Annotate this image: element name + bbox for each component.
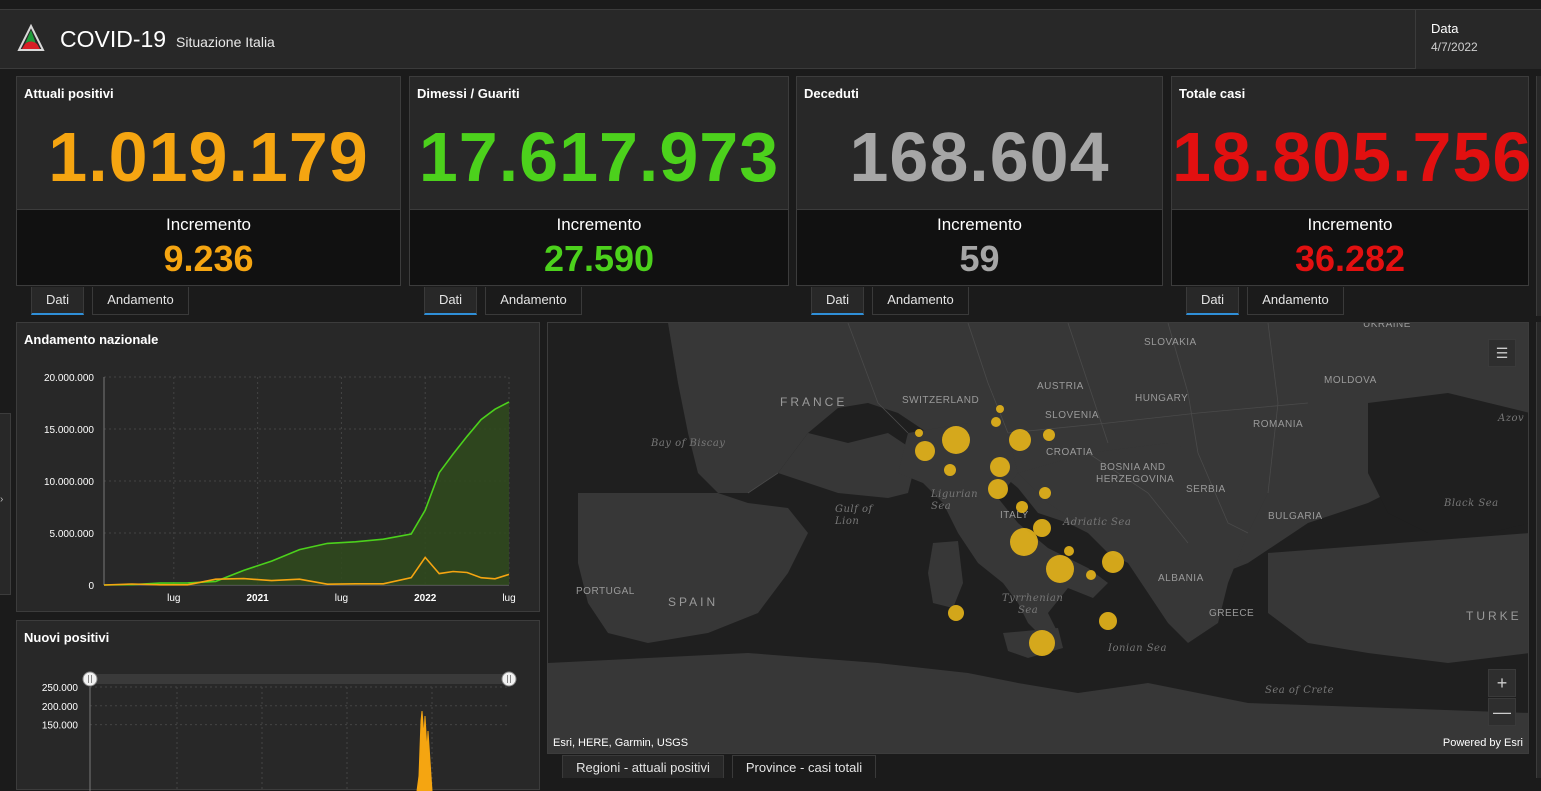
region-bubble: [990, 457, 1010, 477]
x-tick-label: lug: [335, 593, 348, 604]
tab-dati[interactable]: Dati: [1186, 287, 1239, 315]
range-slider-handle: [82, 671, 98, 687]
x-tick-label: 2022: [414, 593, 437, 604]
tab-andamento[interactable]: Andamento: [1247, 287, 1344, 315]
top-strip: [0, 0, 1541, 10]
region-bubble: [1039, 487, 1051, 499]
increment-value: 27.590: [543, 238, 655, 279]
series-line: [416, 710, 433, 791]
new-chart: 250.000 200.000 150.000: [42, 671, 517, 791]
y-tick-label: 15.000.000: [44, 425, 94, 436]
y-tick-label: 10.000.000: [44, 477, 94, 488]
x-tick-label: lug: [167, 593, 180, 604]
trend-panel: Andamento nazionale 20.000.000 15.000.000…: [16, 322, 540, 612]
region-bubble: [1009, 429, 1031, 451]
increment-label: Incremento: [165, 215, 252, 234]
card-title: Deceduti: [804, 86, 859, 101]
range-slider-handle: [501, 671, 517, 687]
new-positives-panel: Nuovi positivi 250.000 200.000 150.000: [16, 620, 540, 791]
y-tick-label: 5.000.000: [50, 529, 95, 540]
region-bubble: [1099, 612, 1117, 630]
region-bubble: [944, 464, 956, 476]
y-tick-label: 150.000: [42, 721, 79, 732]
y-tick-label: 20.000.000: [44, 373, 94, 384]
region-bubble: [1029, 630, 1055, 656]
legend-list-icon[interactable]: ☰: [1488, 339, 1516, 367]
increment-value: 59: [959, 238, 1000, 279]
trend-chart: 20.000.000 15.000.000 10.000.000 5.000.000 0…: [44, 373, 516, 604]
date-box: Data 4/7/2022: [1415, 10, 1541, 69]
y-tick-label: 0: [88, 581, 94, 592]
increment-label: Incremento: [936, 215, 1023, 234]
app-subtitle: Situazione Italia: [176, 34, 275, 50]
tab-andamento[interactable]: Andamento: [485, 287, 582, 315]
region-bubble: [1064, 546, 1074, 556]
x-tick-label: lug: [502, 593, 515, 604]
app-header: COVID-19 Situazione Italia Data 4/7/2022: [0, 10, 1541, 69]
card-title: Attuali positivi: [24, 86, 114, 101]
range-slider-track: [90, 674, 509, 684]
region-bubble: [1033, 519, 1051, 537]
region-bubble: [1102, 551, 1124, 573]
card-deceduti: Deceduti 168.604 Incremento 59: [796, 76, 1163, 286]
map-attribution: Esri, HERE, Garmin, USGS: [553, 737, 689, 749]
region-bubbles: [915, 405, 1124, 656]
app-title: COVID-19: [60, 26, 167, 52]
card-value: 168.604: [849, 118, 1110, 196]
tab-andamento[interactable]: Andamento: [92, 287, 189, 315]
card-dimessi-guariti: Dimessi / Guariti 17.617.973 Incremento …: [409, 76, 789, 286]
y-tick-label: 200.000: [42, 702, 79, 713]
side-panel-toggle[interactable]: ›: [0, 413, 11, 595]
region-bubble: [991, 417, 1001, 427]
increment-value: 9.236: [163, 238, 254, 279]
tab-dati[interactable]: Dati: [811, 287, 864, 315]
date-label: Data: [1431, 21, 1459, 36]
card-attuali-positivi: Attuali positivi 1.019.179 Incremento 9.…: [16, 76, 401, 286]
region-bubble: [1046, 555, 1074, 583]
region-bubble: [1043, 429, 1055, 441]
map-view[interactable]: FRANCE SWITZERLAND AUSTRIA SLOVAKIA HUNG…: [547, 322, 1529, 754]
region-bubble: [1010, 528, 1038, 556]
increment-label: Incremento: [556, 215, 642, 234]
zoom-out-button[interactable]: —: [1488, 698, 1516, 726]
region-bubble: [915, 429, 923, 437]
card-increment: Incremento 9.236: [17, 209, 400, 285]
tab-regioni[interactable]: Regioni - attuali positivi: [562, 755, 724, 778]
card-title: Dimessi / Guariti: [417, 86, 520, 101]
tab-dati[interactable]: Dati: [424, 287, 477, 315]
card-value: 1.019.179: [48, 118, 369, 196]
increment-label: Incremento: [1307, 215, 1393, 234]
card-totale-casi: Totale casi 18.805.756 Incremento 36.282: [1171, 76, 1533, 286]
region-bubble: [915, 441, 935, 461]
tab-dati[interactable]: Dati: [31, 287, 84, 315]
card-increment: Incremento 27.590: [410, 209, 788, 285]
chevron-right-icon: ›: [0, 494, 4, 505]
y-tick-label: 250.000: [42, 683, 79, 694]
region-bubble: [1086, 570, 1096, 580]
tab-province[interactable]: Province - casi totali: [732, 755, 876, 778]
region-bubble: [1016, 501, 1028, 513]
region-bubble: [988, 479, 1008, 499]
right-edge-panel: [1536, 76, 1541, 316]
card-increment: Incremento 59: [797, 209, 1162, 285]
card-increment: Incremento 36.282: [1172, 209, 1528, 285]
increment-value: 36.282: [1294, 238, 1406, 279]
tab-andamento[interactable]: Andamento: [872, 287, 969, 315]
zoom-in-button[interactable]: +: [1488, 669, 1516, 697]
card-value: 17.617.973: [418, 118, 780, 196]
region-bubble: [996, 405, 1004, 413]
logo-icon: [17, 24, 45, 51]
x-tick-label: 2021: [246, 593, 269, 604]
powered-by-esri[interactable]: Powered by Esri: [1443, 737, 1523, 749]
region-bubble: [948, 605, 964, 621]
date-value: 4/7/2022: [1431, 40, 1478, 54]
card-title: Totale casi: [1179, 86, 1246, 101]
card-value: 18.805.756: [1172, 118, 1533, 196]
region-bubble: [942, 426, 970, 454]
right-edge-panel: [1536, 322, 1541, 778]
